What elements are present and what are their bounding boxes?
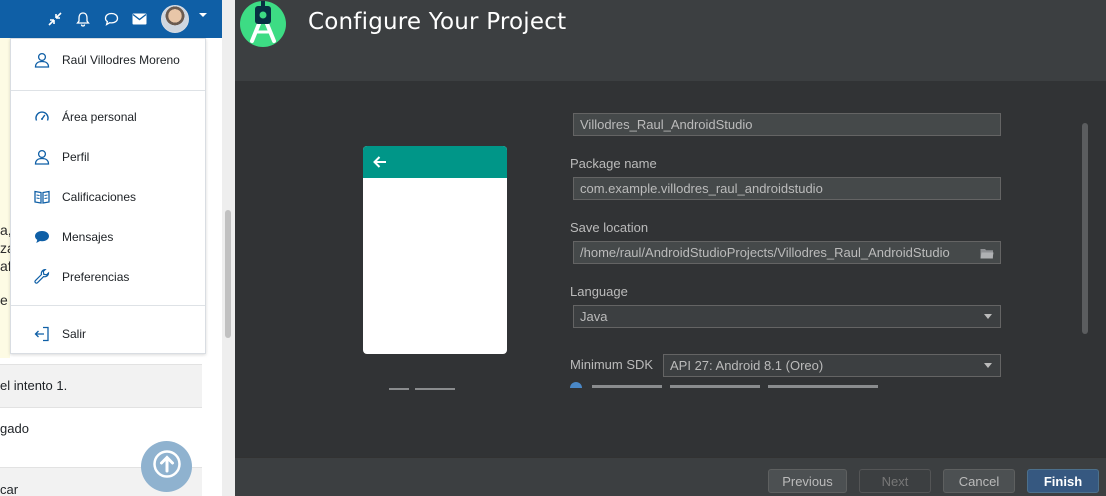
menu-label: Preferencias — [62, 270, 130, 284]
background-text: e — [0, 292, 8, 308]
dialog-title: Configure Your Project — [308, 9, 567, 35]
folder-icon[interactable] — [980, 247, 994, 259]
field-value: com.example.villodres_raul_androidstudio — [580, 181, 823, 196]
menu-divider — [11, 305, 205, 306]
moodle-navbar — [0, 0, 222, 38]
collapse-icon[interactable] — [46, 10, 64, 28]
row-text: el intento 1. — [0, 378, 68, 393]
browser-scrollbar[interactable] — [222, 0, 235, 496]
menu-label: Perfil — [62, 150, 90, 164]
caret-down-icon[interactable] — [198, 10, 208, 20]
dashboard-icon — [33, 108, 51, 126]
user-icon — [33, 51, 51, 69]
menu-label: Calificaciones — [62, 190, 137, 204]
page-background — [0, 38, 10, 358]
cancel-button[interactable]: Cancel — [943, 469, 1015, 493]
menu-divider — [11, 90, 205, 91]
preview-toolbar — [363, 146, 507, 178]
row-text: gado — [0, 421, 29, 436]
field-value: API 27: Android 8.1 (Oreo) — [670, 358, 824, 373]
save-location-field[interactable]: /home/raul/AndroidStudioProjects/Villodr… — [573, 241, 1001, 264]
android-studio-logo-icon — [238, 0, 288, 50]
user-dropdown-menu: Raúl Villodres Moreno Área personal Perf… — [10, 38, 206, 354]
menu-item-mensajes[interactable]: Mensajes — [11, 217, 205, 257]
menu-label: Salir — [62, 327, 87, 341]
next-button[interactable]: Next — [859, 469, 931, 493]
menu-label: Área personal — [62, 110, 137, 124]
previous-button[interactable]: Previous — [768, 469, 847, 493]
menu-item-area-personal[interactable]: Área personal — [11, 97, 205, 137]
activity-preview — [363, 146, 507, 354]
field-value: Villodres_Raul_AndroidStudio — [580, 117, 753, 132]
menu-label: Mensajes — [62, 230, 114, 244]
row-text: car — [0, 482, 19, 496]
language-label: Language — [570, 284, 628, 299]
arrow-back-icon — [372, 154, 388, 170]
field-value: /home/raul/AndroidStudioProjects/Villodr… — [580, 245, 950, 260]
menu-item-salir[interactable]: Salir — [11, 314, 205, 354]
moodle-page: a, za af e Raúl Villodres Moreno Área pe… — [0, 0, 222, 496]
user-icon — [33, 148, 51, 166]
package-name-label: Package name — [570, 156, 657, 171]
sdk-info-clipped — [570, 382, 900, 388]
dialog-header: Configure Your Project — [235, 0, 1106, 81]
wrench-icon — [33, 268, 51, 286]
chat-icon[interactable] — [102, 10, 120, 28]
minimum-sdk-label: Minimum SDK — [570, 357, 654, 372]
scrollbar-thumb[interactable] — [225, 210, 231, 338]
menu-item-username[interactable]: Raúl Villodres Moreno — [11, 40, 205, 80]
preview-caption-clipped — [383, 382, 493, 390]
menu-item-perfil[interactable]: Perfil — [11, 137, 205, 177]
save-location-label: Save location — [570, 220, 649, 235]
envelope-icon[interactable] — [130, 10, 148, 28]
logout-icon — [33, 325, 51, 343]
message-icon — [33, 228, 51, 246]
android-studio-dialog: Configure Your Project Villodres_Raul_An… — [235, 0, 1106, 496]
dialog-scrollbar-thumb[interactable] — [1082, 123, 1088, 334]
menu-label: Raúl Villodres Moreno — [62, 53, 180, 67]
minimum-sdk-dropdown[interactable]: API 27: Android 8.1 (Oreo) — [663, 354, 1001, 377]
arrow-up-icon — [152, 449, 182, 484]
package-name-field[interactable]: com.example.villodres_raul_androidstudio — [573, 177, 1001, 200]
language-dropdown[interactable]: Java — [573, 305, 1001, 328]
user-avatar[interactable] — [161, 5, 189, 33]
menu-item-calificaciones[interactable]: Calificaciones — [11, 177, 205, 217]
finish-button[interactable]: Finish — [1027, 469, 1099, 493]
menu-item-preferencias[interactable]: Preferencias — [11, 257, 205, 297]
dropdown-arrow-icon — [984, 363, 992, 368]
grades-icon — [33, 188, 51, 206]
back-to-top-button[interactable] — [141, 441, 192, 492]
project-name-field[interactable]: Villodres_Raul_AndroidStudio — [573, 113, 1001, 136]
dropdown-arrow-icon — [984, 314, 992, 319]
field-value: Java — [580, 309, 608, 324]
bell-icon[interactable] — [74, 10, 92, 28]
